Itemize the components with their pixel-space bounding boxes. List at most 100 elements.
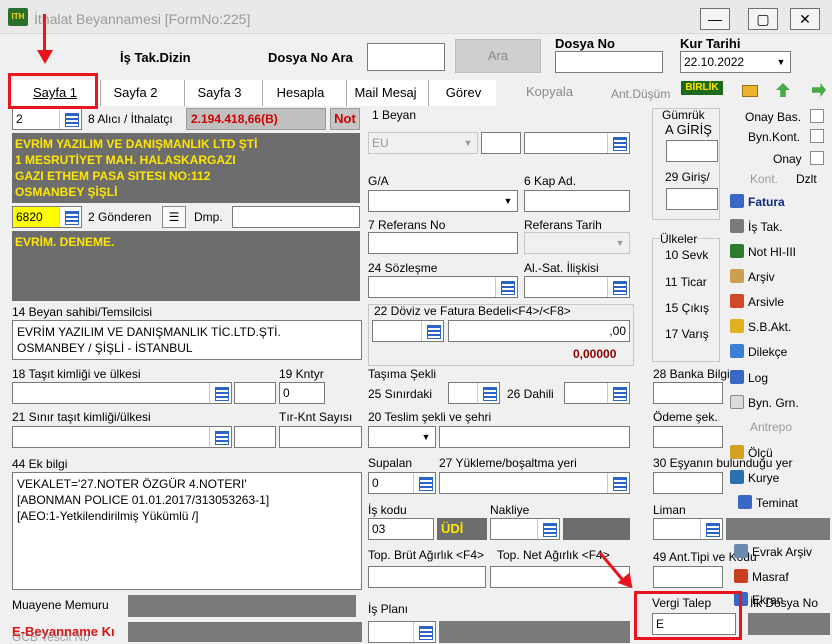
gonderen-address-box[interactable]: EVRİM. DENEME. xyxy=(12,231,360,301)
tab-hesapla[interactable]: Hesapla xyxy=(262,80,338,106)
not-button[interactable]: Not xyxy=(330,108,360,130)
list-icon[interactable]: ☰ xyxy=(162,206,186,228)
lookup-icon[interactable] xyxy=(413,473,435,493)
onay-checkbox[interactable] xyxy=(810,151,824,165)
arsivle-button[interactable]: Arsivle xyxy=(730,294,784,314)
tab-gorev[interactable]: Görev xyxy=(428,80,498,106)
nakliye-input[interactable] xyxy=(490,518,560,540)
al-sat-input[interactable] xyxy=(524,276,630,298)
lookup-icon[interactable] xyxy=(607,473,629,493)
tab-sayfa-3[interactable]: Sayfa 3 xyxy=(184,80,254,106)
export-icon[interactable] xyxy=(776,83,790,97)
lookup-icon[interactable] xyxy=(477,383,499,403)
onay-bas-checkbox[interactable] xyxy=(810,109,824,123)
sozlesme-input[interactable] xyxy=(368,276,518,298)
is-kodu-input[interactable]: 03 xyxy=(368,518,434,540)
doviz-currency-input[interactable] xyxy=(372,320,444,342)
lookup-icon[interactable] xyxy=(607,277,629,297)
beyan-2-input[interactable] xyxy=(481,132,521,154)
net-input[interactable] xyxy=(490,566,630,588)
dosya-no-input[interactable] xyxy=(555,51,663,73)
antrepo-button[interactable]: Antrepo xyxy=(750,420,792,440)
ref-no-input[interactable] xyxy=(368,232,518,254)
dosya-no-ara-input[interactable] xyxy=(367,43,445,71)
ant-dusum-button[interactable]: Ant.Düşüm xyxy=(611,87,670,101)
teslim-sehir-input[interactable] xyxy=(439,426,630,448)
tir-input[interactable] xyxy=(279,426,362,448)
kntyr-input[interactable]: 0 xyxy=(279,382,325,404)
dilekce-button[interactable]: Dilekçe xyxy=(730,344,787,364)
alici-address-box[interactable]: EVRİM YAZILIM VE DANIŞMANLIK LTD ŞTİ 1 M… xyxy=(12,133,360,203)
lookup-icon[interactable] xyxy=(59,109,81,129)
birlik-badge[interactable]: BİRLİK xyxy=(681,81,723,95)
fatura-button[interactable]: Fatura xyxy=(730,194,785,214)
ga-select[interactable]: ▼ xyxy=(368,190,518,212)
liman-input[interactable] xyxy=(653,518,723,540)
gcb-input[interactable] xyxy=(128,622,362,642)
tasit-ulke-input[interactable] xyxy=(234,382,276,404)
byn-grn-button[interactable]: Byn. Grn. xyxy=(730,395,799,415)
ant-tipi-input[interactable] xyxy=(653,566,723,588)
banka-input[interactable] xyxy=(653,382,723,404)
not-h-button[interactable]: Not HI-III xyxy=(730,244,796,264)
beyan-select[interactable]: EU ▼ xyxy=(368,132,478,154)
doviz-amount-input[interactable]: ,00 xyxy=(448,320,630,342)
evrak-arsiv-button[interactable]: Evrak Arşiv xyxy=(734,544,812,564)
chevron-down-icon[interactable]: ▼ xyxy=(772,52,790,72)
lookup-icon[interactable] xyxy=(413,622,435,642)
brut-input[interactable] xyxy=(368,566,486,588)
log-button[interactable]: Log xyxy=(730,370,768,390)
maximize-button[interactable]: ▢ xyxy=(748,8,778,30)
kurye-button[interactable]: Kurye xyxy=(730,470,779,490)
teminat-button[interactable]: Teminat xyxy=(738,495,798,515)
folder-icon[interactable] xyxy=(742,85,758,97)
alici-no-input[interactable]: 2 xyxy=(12,108,82,130)
dmp-input[interactable] xyxy=(232,206,360,228)
sinir-tasit-ulke-input[interactable] xyxy=(234,426,276,448)
supalan-input[interactable]: 0 xyxy=(368,472,436,494)
teslim-select[interactable]: ▼ xyxy=(368,426,436,448)
beyan-3-input[interactable] xyxy=(524,132,630,154)
ara-button[interactable]: Ara xyxy=(455,39,541,73)
tab-sayfa-2[interactable]: Sayfa 2 xyxy=(100,80,170,106)
is-takip-button[interactable]: İş Tak. xyxy=(730,219,782,239)
lookup-icon[interactable] xyxy=(209,383,231,403)
lookup-icon[interactable] xyxy=(607,133,629,153)
is-takip-dizin-label[interactable]: İş Tak.Dizin xyxy=(120,50,191,65)
masraf-button[interactable]: Masraf xyxy=(734,569,789,589)
byn-kont-checkbox[interactable] xyxy=(810,129,824,143)
chevron-down-icon[interactable]: ▼ xyxy=(499,191,517,211)
lookup-icon[interactable] xyxy=(209,427,231,447)
odeme-input[interactable] xyxy=(653,426,723,448)
giris-input[interactable] xyxy=(666,188,718,210)
chevron-down-icon[interactable]: ▼ xyxy=(417,427,435,447)
forward-icon[interactable] xyxy=(812,83,826,97)
kont-label[interactable]: Kont. xyxy=(750,172,778,186)
lookup-icon[interactable] xyxy=(607,383,629,403)
minimize-button[interactable]: — xyxy=(700,8,730,30)
chevron-down-icon[interactable]: ▼ xyxy=(611,233,629,253)
lookup-icon[interactable] xyxy=(421,321,443,341)
chevron-down-icon[interactable]: ▼ xyxy=(459,133,477,153)
tasit-input[interactable] xyxy=(12,382,232,404)
sinirdaki-input[interactable] xyxy=(448,382,500,404)
esya-input[interactable] xyxy=(653,472,723,494)
sb-akt-button[interactable]: S.B.Akt. xyxy=(730,319,791,339)
lookup-icon[interactable] xyxy=(59,207,81,227)
sinir-tasit-input[interactable] xyxy=(12,426,232,448)
kur-tarihi-input[interactable]: 22.10.2022 ▼ xyxy=(680,51,791,73)
lookup-icon[interactable] xyxy=(537,519,559,539)
ek-bilgi-textarea[interactable]: VEKALET='27.NOTER ÖZGÜR 4.NOTERI' [ABONM… xyxy=(12,472,362,590)
lookup-icon[interactable] xyxy=(495,277,517,297)
close-button[interactable]: ✕ xyxy=(790,8,820,30)
arsiv-button[interactable]: Arşiv xyxy=(730,269,775,289)
beyan-sahibi-textarea[interactable]: EVRİM YAZILIM VE DANIŞMANLIK TİC.LTD.ŞTİ… xyxy=(12,320,362,360)
dzlt-label[interactable]: Dzlt xyxy=(796,172,817,186)
yukleme-input[interactable] xyxy=(439,472,630,494)
olcu-button[interactable]: Ölçü xyxy=(730,445,773,465)
tab-mail-mesaj[interactable]: Mail Mesaj xyxy=(346,80,424,106)
kap-input[interactable] xyxy=(524,190,630,212)
ilk-dosya-input[interactable] xyxy=(748,613,830,635)
ref-tarih-input[interactable]: ▼ xyxy=(524,232,630,254)
gonderen-no-input[interactable]: 6820 xyxy=(12,206,82,228)
